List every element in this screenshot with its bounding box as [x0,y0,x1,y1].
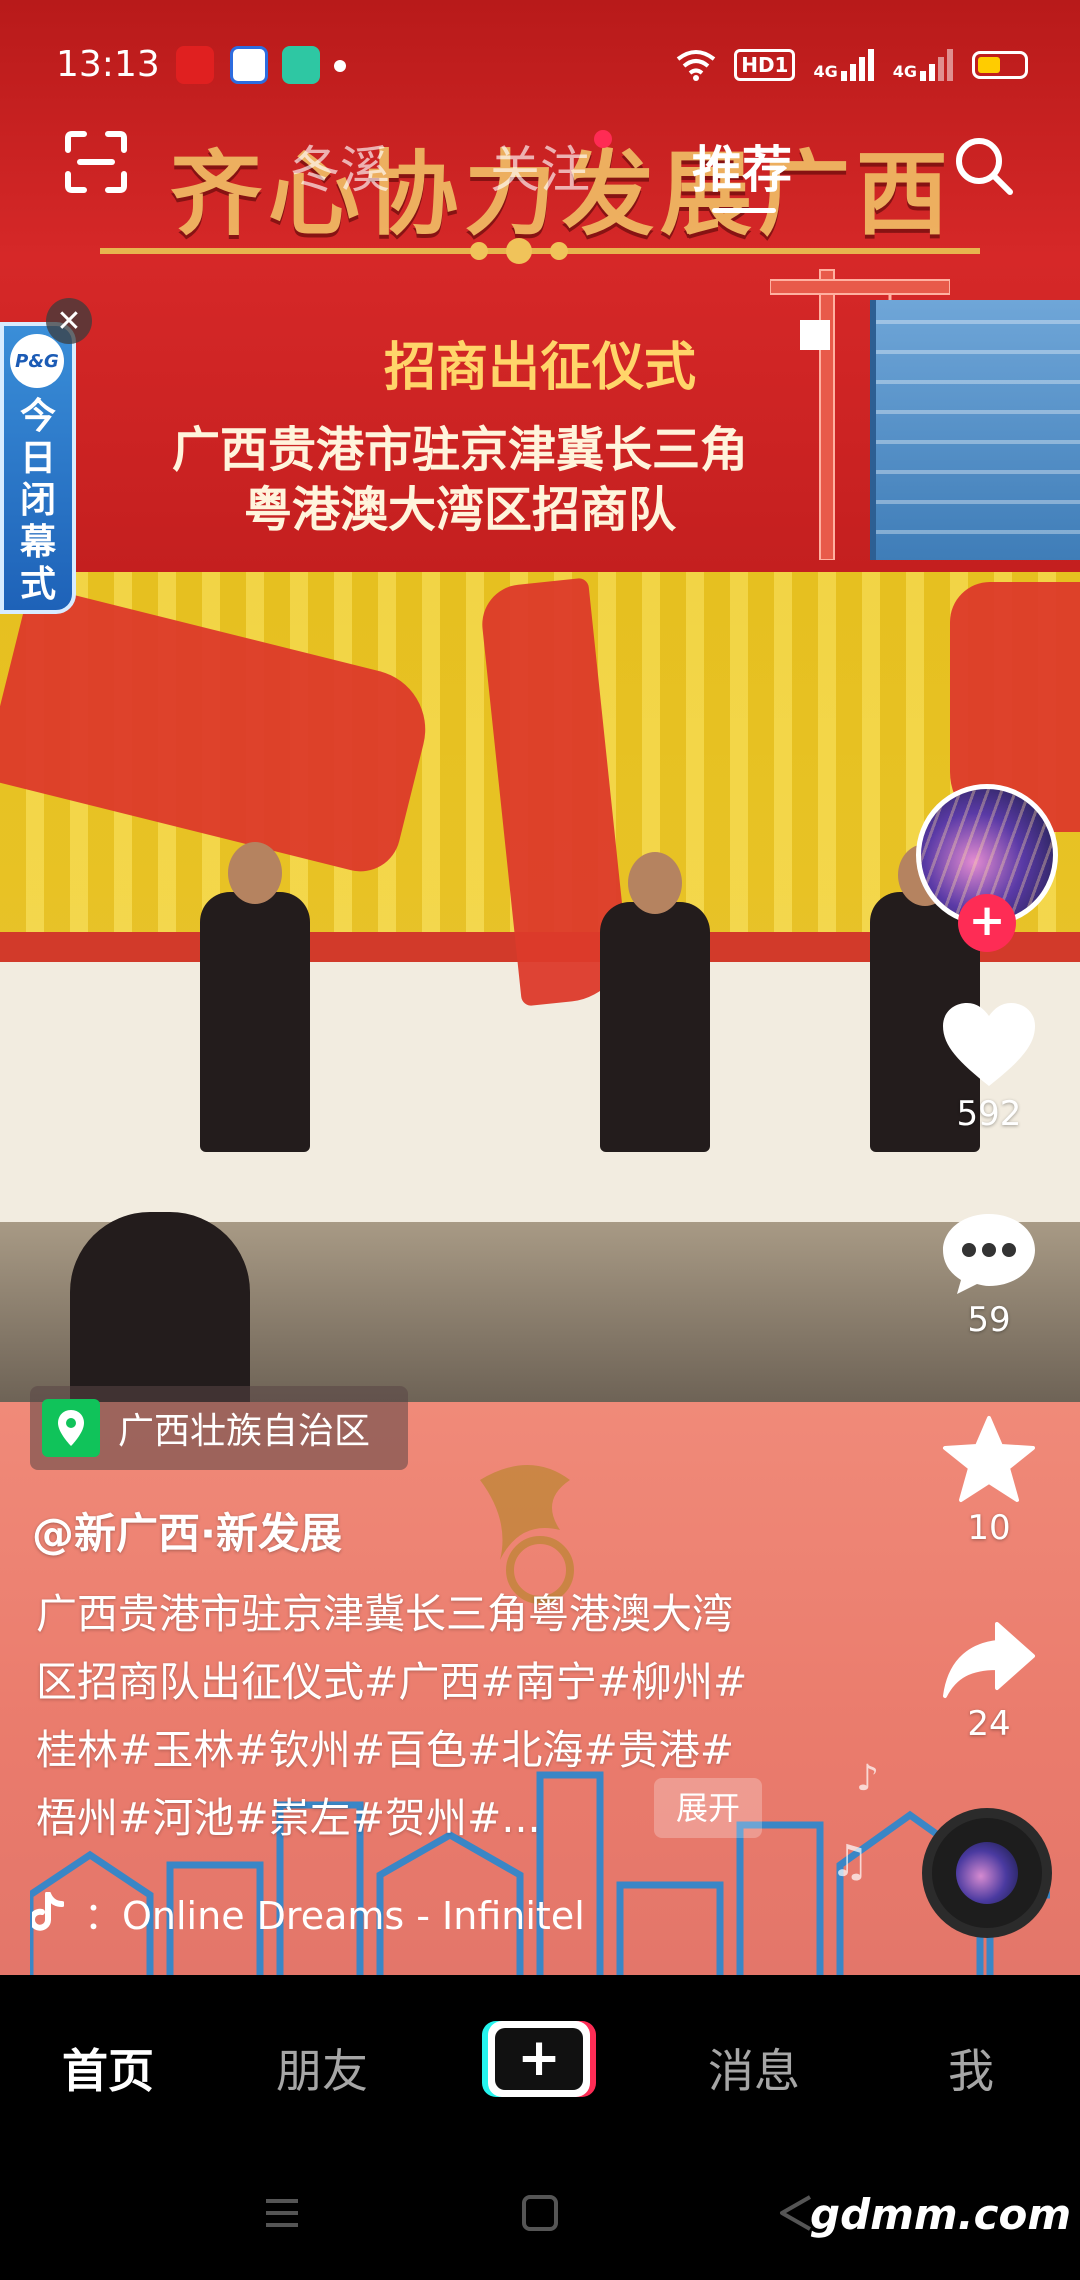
ad-badge[interactable]: P&G 今日闭幕式 [0,322,76,614]
location-pin-icon [42,1399,100,1457]
more-notifications-dot [334,60,346,72]
music-info[interactable]: ：Online Dreams - Infinitel [32,1884,585,1940]
music-note-icon: ♫ [830,1836,870,1887]
close-icon: ✕ [56,303,82,339]
search-icon[interactable] [952,134,1016,198]
video-stage-scene [0,572,1080,1412]
app-notification-icon [282,46,320,84]
nav-friends[interactable]: 朋友 [276,2035,368,2101]
share-arrow-icon [943,1622,1035,1698]
bottom-navigation: 首页 朋友 + 消息 我 [0,1975,1080,2155]
follow-button[interactable]: + [958,894,1016,952]
music-disc[interactable] [922,1808,1052,1938]
hd-voice-badge: HD1 [734,49,796,81]
nav-home[interactable]: 首页 [62,2035,154,2101]
like-button[interactable]: 592 [930,1000,1048,1134]
person-head [228,842,282,904]
banner-divider [100,248,980,254]
tiktok-music-icon [32,1892,64,1931]
share-count: 24 [967,1704,1011,1744]
nav-messages[interactable]: 消息 [708,2035,800,2101]
wifi-icon [676,50,716,81]
home-square-icon[interactable] [520,2193,560,2233]
plus-icon: + [495,2028,583,2090]
banner-divider-ornament [550,242,568,260]
tiktok-notification-icon [176,46,214,84]
ad-close-button[interactable]: ✕ [46,298,92,344]
active-tab-indicator [712,208,776,213]
tab-following[interactable]: 关注 [490,130,590,202]
top-navigation: 冬溪 关注 推荐 [0,110,1080,220]
music-title: ：Online Dreams - Infinitel [84,1893,585,1938]
baidu-notification-icon [230,46,268,84]
scan-icon[interactable] [64,130,128,194]
author-name[interactable]: @新广西·新发展 [32,1500,342,1561]
person-head [628,852,682,914]
location-label: 广西壮族自治区 [118,1411,371,1452]
site-watermark: gdmm.com [810,2190,1072,2239]
person [200,892,310,1152]
tab-recommended[interactable]: 推荐 [692,130,792,202]
like-count: 592 [956,1094,1022,1134]
pg-logo: P&G [10,334,64,388]
star-icon [943,1416,1035,1502]
signal-2-icon: 4G [893,49,954,81]
person [600,902,710,1152]
battery-icon [972,51,1028,79]
building-illustration [870,300,1080,560]
signal-1-label: 4G [813,62,838,81]
banner-divider-ornament [470,242,488,260]
expand-caption-button[interactable]: 展开 [654,1778,762,1838]
create-button[interactable]: + [482,2021,596,2097]
favorite-count: 10 [967,1508,1011,1548]
camera-operator [70,1212,250,1412]
status-bar: 13:13 HD1 4G 4G [0,0,1080,110]
favorite-button[interactable]: 10 [930,1414,1048,1548]
menu-icon[interactable] [262,2193,302,2233]
following-live-dot [594,130,612,148]
comment-count: 59 [967,1300,1011,1340]
banner-divider-ornament [506,238,532,264]
signal-2-label: 4G [892,62,917,81]
ad-text: 今日闭幕式 [19,396,56,605]
music-note-icon: ♪ [856,1758,879,1799]
nav-me[interactable]: 我 [948,2035,994,2101]
comment-button[interactable]: 59 [930,1210,1048,1340]
heart-icon [943,1003,1035,1086]
signal-1-icon: 4G [813,49,874,81]
location-tag[interactable]: 广西壮族自治区 [30,1386,408,1470]
share-button[interactable]: 24 [930,1620,1048,1744]
comment-icon [943,1214,1035,1294]
tab-local[interactable]: 冬溪 [290,130,390,202]
status-time: 13:13 [56,44,160,85]
